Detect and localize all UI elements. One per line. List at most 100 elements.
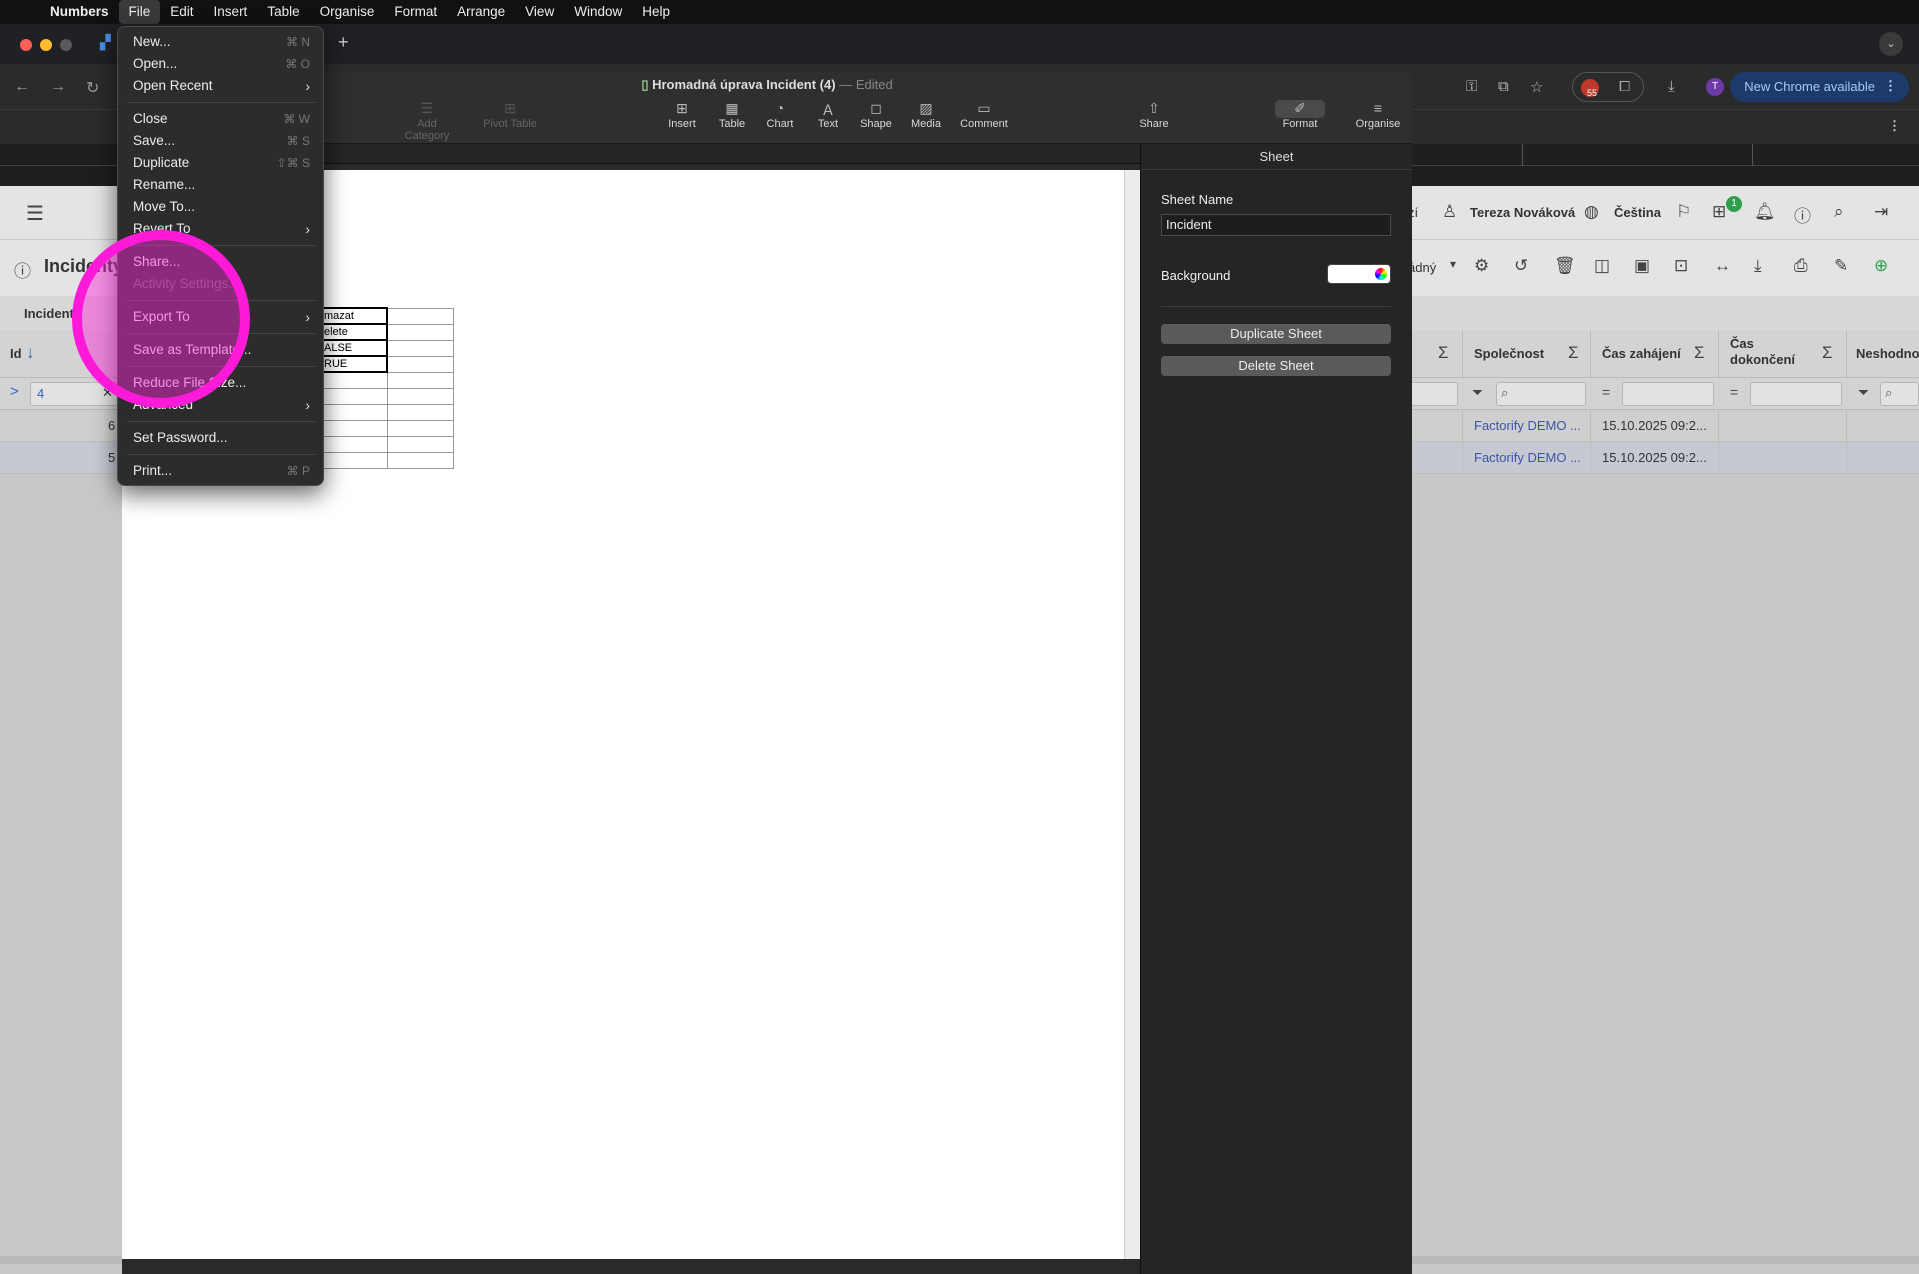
menu-item-set-password[interactable]: Set Password... bbox=[118, 427, 325, 449]
delete-sheet-button[interactable]: Delete Sheet bbox=[1161, 356, 1391, 376]
funnel-icon[interactable]: ⏷ bbox=[1858, 384, 1869, 401]
format-button[interactable]: ✐ Format bbox=[1270, 100, 1330, 130]
equals-icon[interactable]: = bbox=[1730, 384, 1738, 400]
toolbar-select-fragment[interactable]: ádný bbox=[1408, 260, 1436, 275]
menu-item-new[interactable]: New... ⌘ N bbox=[118, 31, 325, 53]
duplicate-sheet-button[interactable]: Duplicate Sheet bbox=[1161, 324, 1391, 344]
menu-table[interactable]: Table bbox=[257, 0, 309, 24]
table-cell[interactable] bbox=[386, 355, 454, 373]
tab-search-chevron-icon[interactable]: ⌄ bbox=[1879, 32, 1903, 56]
table-cell[interactable] bbox=[320, 419, 388, 437]
menu-item-rename[interactable]: Rename... bbox=[118, 174, 325, 196]
col-header-nonconformity[interactable]: Neshodno bbox=[1856, 346, 1919, 361]
language-selector[interactable]: Čeština bbox=[1614, 205, 1661, 220]
media-button[interactable]: ▨ Media bbox=[896, 100, 956, 130]
table-cell[interactable] bbox=[386, 403, 454, 421]
pivot-table-button[interactable]: ⊞ Pivot Table bbox=[480, 100, 540, 130]
add-category-button[interactable]: ☰ Add Category bbox=[397, 100, 457, 142]
hamburger-icon[interactable]: ☰ bbox=[26, 201, 44, 226]
menu-insert[interactable]: Insert bbox=[204, 0, 258, 24]
table-cell[interactable] bbox=[320, 451, 388, 469]
key-icon[interactable]: ⚿ bbox=[1466, 78, 1477, 95]
forward-arrow-icon[interactable]: → bbox=[50, 78, 66, 96]
gear-icon[interactable]: ⚙ bbox=[1474, 256, 1489, 276]
table-cell[interactable] bbox=[320, 403, 388, 421]
undo-icon[interactable]: ↺ bbox=[1514, 256, 1528, 276]
search-icon[interactable]: ⌕ bbox=[1834, 202, 1844, 222]
menu-view[interactable]: View bbox=[515, 0, 564, 24]
col-header-company[interactable]: Společnost bbox=[1474, 346, 1544, 361]
menu-window[interactable]: Window bbox=[564, 0, 632, 24]
col-header-id[interactable]: Id bbox=[10, 346, 22, 361]
new-tab-plus-icon[interactable]: + bbox=[338, 32, 349, 53]
extension-pill[interactable]: 55 ⧠ bbox=[1572, 72, 1644, 102]
table-cell[interactable] bbox=[386, 323, 454, 341]
table-cell[interactable] bbox=[386, 339, 454, 357]
print-icon[interactable]: ⎙ bbox=[1794, 256, 1808, 276]
sidebar-tab-sheet[interactable]: Sheet bbox=[1141, 144, 1412, 170]
spreadsheet-table[interactable]: mazat elete ALSE RUE bbox=[320, 307, 454, 469]
end-filter-input[interactable] bbox=[1750, 382, 1842, 406]
row-company-link[interactable]: Factorify DEMO ... bbox=[1474, 450, 1581, 465]
menu-app-numbers[interactable]: Numbers bbox=[40, 0, 119, 24]
logout-icon[interactable]: ⇥ bbox=[1874, 202, 1888, 222]
sum-icon[interactable]: Σ bbox=[1822, 343, 1833, 363]
organise-button[interactable]: ≡ Organise bbox=[1348, 100, 1408, 130]
table-cell[interactable] bbox=[386, 387, 454, 405]
menu-item-print[interactable]: Print... ⌘ P bbox=[118, 460, 325, 482]
menu-edit[interactable]: Edit bbox=[160, 0, 203, 24]
menu-organise[interactable]: Organise bbox=[310, 0, 385, 24]
table-cell[interactable] bbox=[320, 371, 388, 389]
menu-format[interactable]: Format bbox=[384, 0, 447, 24]
table-cell[interactable]: RUE bbox=[320, 355, 388, 373]
minimize-window-button[interactable] bbox=[40, 39, 52, 51]
chevron-down-icon[interactable]: ▾ bbox=[1450, 257, 1456, 271]
menu-item-open[interactable]: Open... ⌘ O bbox=[118, 53, 325, 75]
cast-icon[interactable]: ⧉ bbox=[1498, 78, 1509, 95]
menu-arrange[interactable]: Arrange bbox=[447, 0, 515, 24]
trash-icon[interactable]: 🗑︎ bbox=[1554, 256, 1576, 276]
gift-icon[interactable]: ⊞ bbox=[1712, 202, 1726, 222]
image-icon[interactable]: ▣ bbox=[1634, 256, 1650, 276]
new-chrome-available-button[interactable]: New Chrome available bbox=[1730, 72, 1909, 102]
comment-button[interactable]: ▭ Comment bbox=[954, 100, 1014, 130]
col-header-end-line1[interactable]: Čas bbox=[1730, 336, 1754, 351]
company-filter-input[interactable]: ⌕ bbox=[1496, 382, 1586, 406]
signpost-icon[interactable]: ⚐ bbox=[1676, 202, 1691, 222]
menu-file[interactable]: File bbox=[118, 0, 161, 24]
zoom-window-button[interactable] bbox=[60, 39, 72, 51]
menu-item-duplicate[interactable]: Duplicate ⇧⌘ S bbox=[118, 152, 325, 174]
reload-icon[interactable]: ↻ bbox=[86, 78, 99, 98]
columns-icon[interactable]: ◫ bbox=[1594, 256, 1610, 276]
user-name[interactable]: Tereza Nováková bbox=[1470, 205, 1575, 220]
menu-item-close[interactable]: Close ⌘ W bbox=[118, 108, 325, 130]
tab-incident[interactable]: Incident bbox=[24, 306, 74, 321]
canvas-scrollbar[interactable] bbox=[1124, 170, 1140, 1259]
col-header-start[interactable]: Čas zahájení bbox=[1602, 346, 1681, 361]
pencil-icon[interactable]: ✎ bbox=[1834, 256, 1848, 276]
filter-input[interactable] bbox=[1410, 382, 1458, 406]
frame-icon[interactable]: ⊡ bbox=[1674, 256, 1688, 276]
share-button[interactable]: ⇧ Share bbox=[1124, 100, 1184, 130]
table-cell[interactable]: mazat bbox=[320, 307, 388, 325]
menu-help[interactable]: Help bbox=[632, 0, 680, 24]
table-cell[interactable] bbox=[320, 435, 388, 453]
table-cell[interactable] bbox=[320, 387, 388, 405]
menu-item-save[interactable]: Save... ⌘ S bbox=[118, 130, 325, 152]
table-cell[interactable]: ALSE bbox=[320, 339, 388, 357]
expand-chevron-icon[interactable]: > bbox=[10, 383, 19, 400]
col-header-end-line2[interactable]: dokončení bbox=[1730, 352, 1795, 367]
funnel-icon[interactable]: ⏷ bbox=[1472, 384, 1483, 401]
equals-icon[interactable]: = bbox=[1602, 384, 1610, 400]
download-icon[interactable]: ⤓ bbox=[1754, 256, 1762, 276]
back-arrow-icon[interactable]: ← bbox=[14, 78, 30, 96]
table-cell[interactable]: elete bbox=[320, 323, 388, 341]
menu-item-open-recent[interactable]: Open Recent › bbox=[118, 75, 325, 97]
row-company-link[interactable]: Factorify DEMO ... bbox=[1474, 418, 1581, 433]
help-icon[interactable]: ⓘ bbox=[1794, 202, 1811, 227]
sum-icon[interactable]: Σ bbox=[1438, 343, 1449, 363]
close-window-button[interactable] bbox=[20, 39, 32, 51]
sheet-name-input[interactable]: Incident bbox=[1161, 214, 1391, 236]
sum-icon[interactable]: Σ bbox=[1694, 343, 1705, 363]
background-color-well[interactable] bbox=[1327, 264, 1391, 284]
